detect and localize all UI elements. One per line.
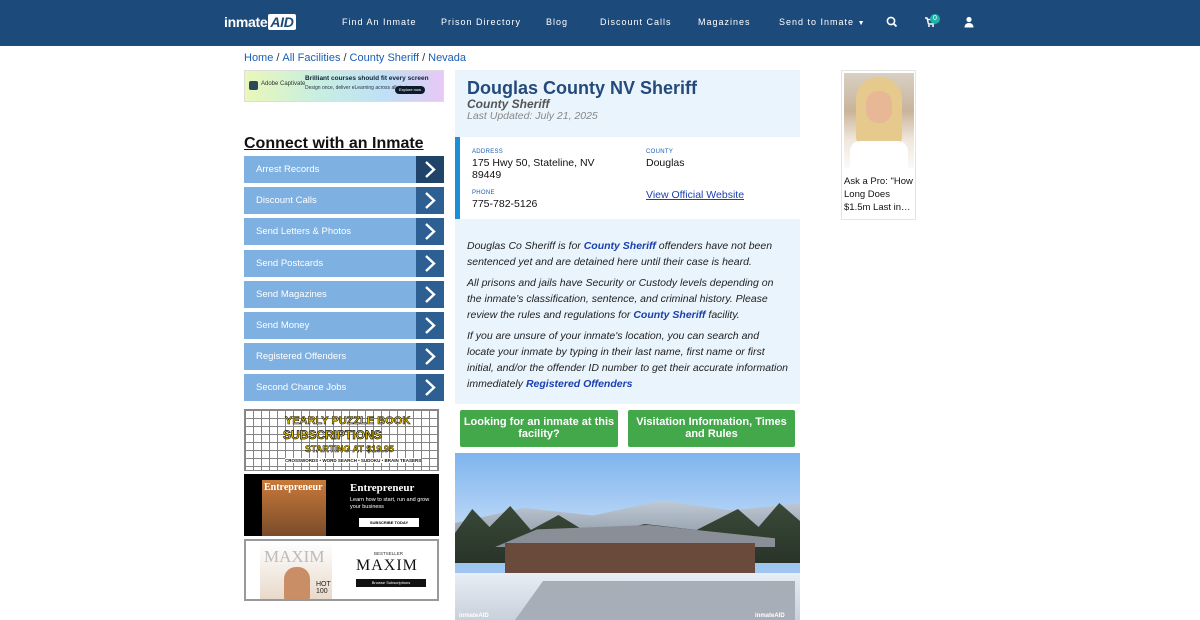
county-sheriff-link[interactable]: County Sheriff <box>584 240 656 252</box>
puzzle-book-ad[interactable]: YEARLY PUZZLE BOOK SUBSCRIPTIONS STARTIN… <box>244 409 439 471</box>
chevron-right-icon <box>416 280 444 308</box>
article-caption: Ask a Pro: "How Long Does $1.5m Last in… <box>844 176 913 213</box>
entrepreneur-ad[interactable]: Entrepreneur Entrepreneur Learn how to s… <box>244 474 439 536</box>
nav-blog[interactable]: Blog <box>546 17 568 27</box>
menu-item-send-money[interactable]: Send Money <box>244 311 444 339</box>
menu-item-arrest-records[interactable]: Arrest Records <box>244 156 444 183</box>
chevron-right-icon <box>416 249 444 277</box>
official-website-link[interactable]: View Official Website <box>646 189 744 201</box>
ad-explore-button[interactable]: Explore now <box>395 86 425 94</box>
chevron-right-icon <box>416 374 444 402</box>
chevron-right-icon <box>416 156 444 183</box>
phone-label: PHONE <box>472 190 495 196</box>
photo-watermark: inmateAID <box>755 613 785 619</box>
chevron-right-icon <box>416 218 444 246</box>
menu-item-label: Send Letters & Photos <box>256 226 352 238</box>
menu-item-label: Registered Offenders <box>256 351 347 363</box>
menu-item-label: Send Postcards <box>256 257 324 269</box>
maxim-ad-title: MAXIM <box>356 557 418 574</box>
menu-item-label: Send Magazines <box>256 288 327 300</box>
maxim-ad[interactable]: MAXIM HOT 100 BESTSELLER MAXIM Browse Su… <box>244 539 439 601</box>
puzzle-ad-price: STARTING AT $19.95 <box>305 444 394 455</box>
description-paragraph-1: Douglas Co Sheriff is for County Sheriff… <box>467 240 773 268</box>
nav-send-to-inmate[interactable]: Send to Inmate ▼ <box>779 17 866 27</box>
adobe-captivate-logo <box>249 81 258 90</box>
chevron-right-icon <box>416 187 444 215</box>
puzzle-ad-types: CROSSWORDS • WORD SEARCH • SUDOKU • BRAI… <box>285 458 422 463</box>
breadcrumb-home[interactable]: Home <box>244 52 273 64</box>
menu-item-label: Send Money <box>256 319 310 331</box>
entrepreneur-cover-image: Entrepreneur <box>262 480 326 536</box>
facility-photo: inmateAID inmateAID <box>455 453 800 620</box>
subscribe-today-button[interactable]: SUBSCRIBE TODAY <box>359 518 419 527</box>
phone-value: 775-782-5126 <box>472 198 538 210</box>
entrepreneur-ad-title: Entrepreneur <box>350 482 415 494</box>
description-paragraph-3: If you are unsure of your inmate's locat… <box>467 330 789 390</box>
breadcrumb-county-sheriff[interactable]: County Sheriff <box>350 52 420 64</box>
county-label: COUNTY <box>646 149 674 155</box>
maxim-cover-image: MAXIM HOT 100 <box>260 545 332 599</box>
menu-item-label: Second Chance Jobs <box>256 382 347 394</box>
search-icon[interactable] <box>885 15 899 29</box>
browse-subscriptions-button[interactable]: Browse Subscriptions <box>356 579 426 587</box>
photo-watermark: inmateAID <box>459 613 489 619</box>
adobe-captivate-ad[interactable]: Adobe Captivate Brilliant courses should… <box>244 70 444 102</box>
cover-title: Entrepreneur <box>264 482 323 493</box>
nav-prison-directory[interactable]: Prison Directory <box>441 17 521 27</box>
address-line2: 89449 <box>472 169 502 181</box>
breadcrumb-nevada[interactable]: Nevada <box>428 52 466 64</box>
address-line1: 175 Hwy 50, Stateline, NV <box>472 157 595 169</box>
nav-discount-calls[interactable]: Discount Calls <box>600 17 672 27</box>
registered-offenders-link[interactable]: Registered Offenders <box>526 378 633 390</box>
puzzle-ad-line1: YEARLY PUZZLE BOOK <box>285 415 411 428</box>
chevron-right-icon <box>416 311 444 339</box>
facility-title: Douglas County NV Sheriff <box>467 78 698 98</box>
menu-item-discount-calls[interactable]: Discount Calls <box>244 187 444 215</box>
logo-text: inmate <box>224 14 268 30</box>
visitation-info-button[interactable]: Visitation Information, Times and Rules <box>628 410 795 447</box>
county-sheriff-link[interactable]: County Sheriff <box>633 309 705 321</box>
menu-item-label: Discount Calls <box>256 195 317 207</box>
ad-brand: Adobe Captivate <box>261 81 306 87</box>
user-icon[interactable] <box>962 15 976 29</box>
county-value: Douglas <box>646 157 685 169</box>
chevron-right-icon <box>416 343 444 371</box>
menu-item-send-magazines[interactable]: Send Magazines <box>244 280 444 308</box>
breadcrumb: Home / All Facilities / County Sheriff / Nevad… <box>244 52 467 64</box>
breadcrumb-all-facilities[interactable]: All Facilities <box>282 52 340 64</box>
nav-find-an-inmate[interactable]: Find An Inmate <box>342 17 417 27</box>
menu-item-label: Arrest Records <box>256 164 320 175</box>
last-updated: Last Updated: July 21, 2025 <box>467 110 598 122</box>
sponsored-article-ad[interactable]: Ask a Pro: "How Long Does $1.5m Last in… <box>841 70 916 220</box>
cover-title: MAXIM <box>264 547 325 566</box>
caret-down-icon: ▼ <box>857 20 866 27</box>
maxim-bestseller-label: BESTSELLER <box>374 551 404 556</box>
menu-item-send-letters-photos[interactable]: Send Letters & Photos <box>244 218 444 246</box>
nav-send-to-inmate-label: Send to Inmate <box>779 17 855 27</box>
menu-item-second-chance-jobs[interactable]: Second Chance Jobs <box>244 374 444 402</box>
top-navbar: inmate AID Find An Inmate Prison Director… <box>0 0 1200 46</box>
nav-magazines[interactable]: Magazines <box>698 17 751 27</box>
menu-item-send-postcards[interactable]: Send Postcards <box>244 249 444 277</box>
puzzle-ad-line2: SUBSCRIPTIONS <box>283 428 382 443</box>
article-thumbnail <box>844 73 914 168</box>
facility-type: County Sheriff <box>467 97 550 111</box>
cover-model-figure <box>284 567 310 599</box>
address-label: ADDRESS <box>472 149 504 155</box>
logo-aid: AID <box>268 14 296 30</box>
connect-title: Connect with an Inmate <box>244 135 424 152</box>
looking-for-inmate-button[interactable]: Looking for an inmate at this facility? <box>460 410 618 447</box>
menu-item-registered-offenders[interactable]: Registered Offenders <box>244 343 444 371</box>
description-paragraph-2: All prisons and jails have Security or C… <box>467 277 774 321</box>
entrepreneur-ad-text: Learn how to start, run and grow your bu… <box>350 497 430 510</box>
cover-hot-100: HOT 100 <box>316 581 331 595</box>
ad-headline: Brilliant courses should fit every scree… <box>305 75 429 82</box>
site-logo[interactable]: inmate AID <box>224 14 296 32</box>
cart-count-badge: 0 <box>930 14 940 24</box>
connect-menu: Arrest Records Discount Calls Send Lette… <box>244 156 444 406</box>
